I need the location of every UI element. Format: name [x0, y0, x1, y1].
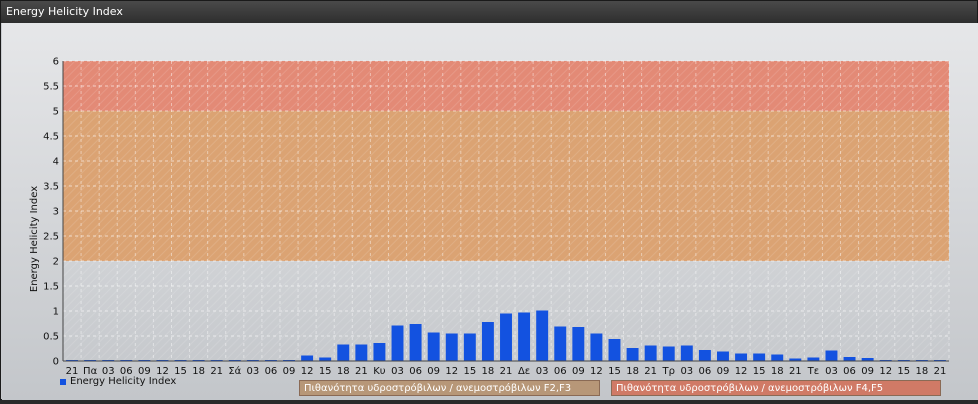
x-tick-label-44: 09 — [861, 366, 874, 377]
bar-16 — [355, 344, 368, 361]
bar-33 — [662, 346, 675, 361]
bar-17 — [373, 343, 386, 361]
bar-26 — [536, 310, 549, 361]
y-axis-label: Energy Helicity Index — [29, 186, 40, 292]
x-tick-label-48: 21 — [934, 366, 947, 377]
bar-38 — [753, 353, 766, 361]
bar-42 — [825, 350, 838, 361]
y-tick-label-11: 5.5 — [43, 82, 59, 93]
x-tick-label-26: 03 — [536, 366, 549, 377]
x-tick-label-31: 18 — [626, 366, 639, 377]
x-tick-label-29: 12 — [590, 366, 603, 377]
x-tick-label-15: 18 — [337, 366, 350, 377]
x-tick-label-38: 15 — [753, 366, 766, 377]
x-tick-label-7: 18 — [192, 366, 205, 377]
x-tick-label-45: 12 — [879, 366, 892, 377]
bar-31 — [626, 348, 639, 361]
bar-34 — [680, 345, 693, 361]
x-tick-label-46: 15 — [897, 366, 910, 377]
x-tick-label-11: 06 — [265, 366, 278, 377]
band-label-f2f3: Πιθανότητα υδροστρόβιλων / ανεμοστρόβιλω… — [299, 380, 600, 396]
x-tick-label-22: 15 — [463, 366, 476, 377]
x-tick-label-9: Σά — [228, 365, 241, 377]
widget-title: Energy Helicity Index — [1, 1, 977, 23]
x-tick-label-30: 15 — [608, 366, 621, 377]
x-tick-label-37: 12 — [735, 366, 748, 377]
y-tick-label-3: 1.5 — [43, 282, 59, 293]
bar-22 — [463, 333, 476, 361]
y-tick-label-1: 0.5 — [43, 332, 59, 343]
bar-30 — [608, 339, 621, 361]
x-tick-label-36: 09 — [717, 366, 730, 377]
bar-35 — [698, 350, 711, 361]
x-tick-label-33: Τρ — [662, 366, 675, 377]
x-tick-label-20: 09 — [427, 366, 440, 377]
x-tick-label-18: 03 — [391, 366, 404, 377]
x-tick-label-23: 18 — [482, 366, 495, 377]
bar-14 — [319, 357, 332, 361]
x-tick-label-17: Κυ — [373, 366, 386, 377]
band-label-f4f5: Πιθανότητα υδροστρόβιλων / ανεμοστρόβιλω… — [611, 380, 941, 396]
y-tick-label-12: 6 — [53, 57, 59, 68]
x-tick-label-47: 18 — [916, 366, 929, 377]
x-tick-label-39: 18 — [771, 366, 784, 377]
bar-29 — [590, 333, 603, 361]
x-tick-label-42: 03 — [825, 366, 838, 377]
bar-13 — [301, 355, 314, 361]
y-tick-label-5: 2.5 — [43, 232, 59, 243]
bar-23 — [481, 322, 494, 361]
y-tick-label-8: 4 — [53, 157, 59, 168]
x-tick-label-16: 21 — [355, 366, 368, 377]
bar-15 — [337, 344, 350, 361]
x-tick-label-12: 09 — [283, 366, 296, 377]
bar-36 — [717, 351, 729, 361]
bar-32 — [644, 345, 657, 361]
x-tick-label-25: Δε — [518, 366, 530, 377]
x-tick-label-35: 06 — [699, 366, 712, 377]
x-tick-label-14: 15 — [319, 366, 332, 377]
legend-label: Energy Helicity Index — [70, 376, 177, 387]
bar-27 — [554, 326, 567, 361]
x-tick-label-8: 21 — [210, 366, 223, 377]
bar-25 — [518, 312, 531, 361]
x-tick-label-41: Τε — [807, 366, 820, 377]
x-tick-label-13: 12 — [301, 366, 314, 377]
x-tick-label-21: 12 — [445, 366, 458, 377]
y-tick-label-10: 5 — [53, 107, 59, 118]
bar-41 — [807, 357, 820, 361]
legend: Energy Helicity Index — [60, 376, 176, 387]
bar-39 — [771, 354, 784, 361]
ehi-bar-chart: 00.511.522.533.544.555.5621 Πα 03 06 09 12 15 1… — [29, 57, 950, 377]
bar-37 — [735, 353, 748, 361]
y-tick-label-7: 3.5 — [43, 182, 59, 193]
bar-18 — [391, 325, 404, 361]
bar-28 — [572, 327, 585, 361]
bar-24 — [500, 313, 512, 361]
x-tick-label-27: 06 — [554, 366, 567, 377]
y-tick-label-9: 4.5 — [43, 132, 59, 143]
x-tick-label-43: 06 — [843, 366, 856, 377]
plot-area: 0 0.5 1 1.5 2 2.5 3 3.5 4 4.5 5 5.5 6 21 Πα 03 06 09 12 15 1… — [2, 23, 978, 400]
x-tick-label-10: 03 — [246, 366, 259, 377]
x-tick-label-28: 09 — [572, 366, 585, 377]
x-tick-label-19: 06 — [409, 366, 422, 377]
chart-widget: Energy Helicity Index 0 0.5 1 1.5 2 2.5 3 3.5 4 4… — [0, 0, 978, 400]
x-tick-label-40: 21 — [789, 366, 802, 377]
bar-21 — [445, 333, 458, 361]
y-tick-label-0: 0 — [53, 357, 59, 368]
bar-19 — [409, 324, 422, 361]
legend-swatch — [60, 378, 66, 385]
y-tick-label-6: 3 — [53, 207, 59, 218]
y-tick-label-4: 2 — [53, 257, 59, 268]
bar-20 — [427, 332, 440, 361]
x-tick-label-32: 21 — [644, 366, 657, 377]
x-tick-label-34: 03 — [680, 366, 693, 377]
bar-43 — [843, 357, 856, 361]
y-tick-label-2: 1 — [53, 307, 59, 318]
x-tick-label-24: 21 — [500, 366, 513, 377]
